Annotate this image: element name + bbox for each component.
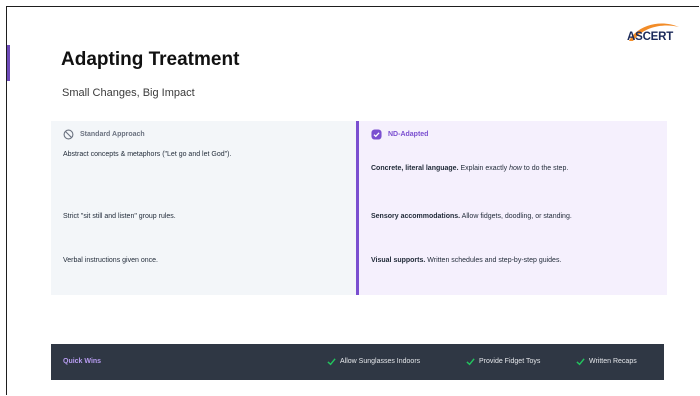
logo-text: ASCERT: [627, 31, 674, 43]
quick-win-item: Allow Sunglasses Indoors: [327, 357, 420, 366]
quick-wins-label: Quick Wins: [63, 358, 102, 365]
adapted-row: Concrete, literal language. Explain exac…: [371, 165, 568, 172]
adapted-row-text: Allow fidgets, doodling, or standing.: [460, 213, 572, 220]
adapted-row-bold: Sensory accommodations.: [371, 213, 461, 220]
slide-subtitle: Small Changes, Big Impact: [62, 87, 195, 99]
standard-row: Verbal instructions given once.: [63, 257, 158, 264]
adapted-row-text: to do the step.: [521, 165, 569, 172]
adapted-row: Sensory accommodations. Allow fidgets, d…: [371, 213, 572, 220]
checkmark-icon: [466, 358, 475, 366]
ascert-logo: ASCERT: [621, 17, 683, 57]
standard-row: Abstract concepts & metaphors ("Let go a…: [63, 151, 232, 158]
quick-wins-bar: Quick Wins Allow Sunglasses Indoors Prov…: [51, 344, 664, 380]
adapted-row-italic: how: [509, 165, 522, 172]
slide: Adapting Treatment Small Changes, Big Im…: [6, 6, 699, 395]
standard-approach-header: Standard Approach: [63, 129, 145, 140]
standard-approach-panel: Standard Approach Abstract concepts & me…: [51, 121, 356, 295]
adapted-row: Visual supports. Written schedules and s…: [371, 257, 561, 264]
nd-adapted-panel: ND-Adapted Concrete, literal language. E…: [356, 121, 667, 295]
checkmark-icon: [576, 358, 585, 366]
standard-approach-title: Standard Approach: [80, 131, 145, 138]
nd-adapted-title: ND-Adapted: [388, 131, 429, 138]
adapted-row-text: Written schedules and step-by-step guide…: [425, 257, 562, 264]
quick-win-item: Written Recaps: [576, 357, 637, 366]
quick-win-label: Allow Sunglasses Indoors: [340, 358, 421, 365]
checkmark-icon: [327, 358, 336, 366]
quick-win-label: Provide Fidget Toys: [479, 358, 541, 365]
adapted-row-bold: Concrete, literal language.: [371, 165, 459, 172]
nd-adapted-header: ND-Adapted: [371, 129, 428, 140]
quick-win-item: Provide Fidget Toys: [466, 357, 540, 366]
prohibited-icon: [63, 129, 74, 140]
standard-row: Strict "sit still and listen" group rule…: [63, 213, 176, 220]
slide-title: Adapting Treatment: [61, 49, 240, 70]
adapted-row-text: Explain exactly: [458, 165, 510, 172]
quick-win-label: Written Recaps: [589, 358, 637, 365]
title-accent-bar: [7, 45, 10, 81]
check-badge-icon: [371, 129, 382, 140]
adapted-row-bold: Visual supports.: [371, 257, 426, 264]
